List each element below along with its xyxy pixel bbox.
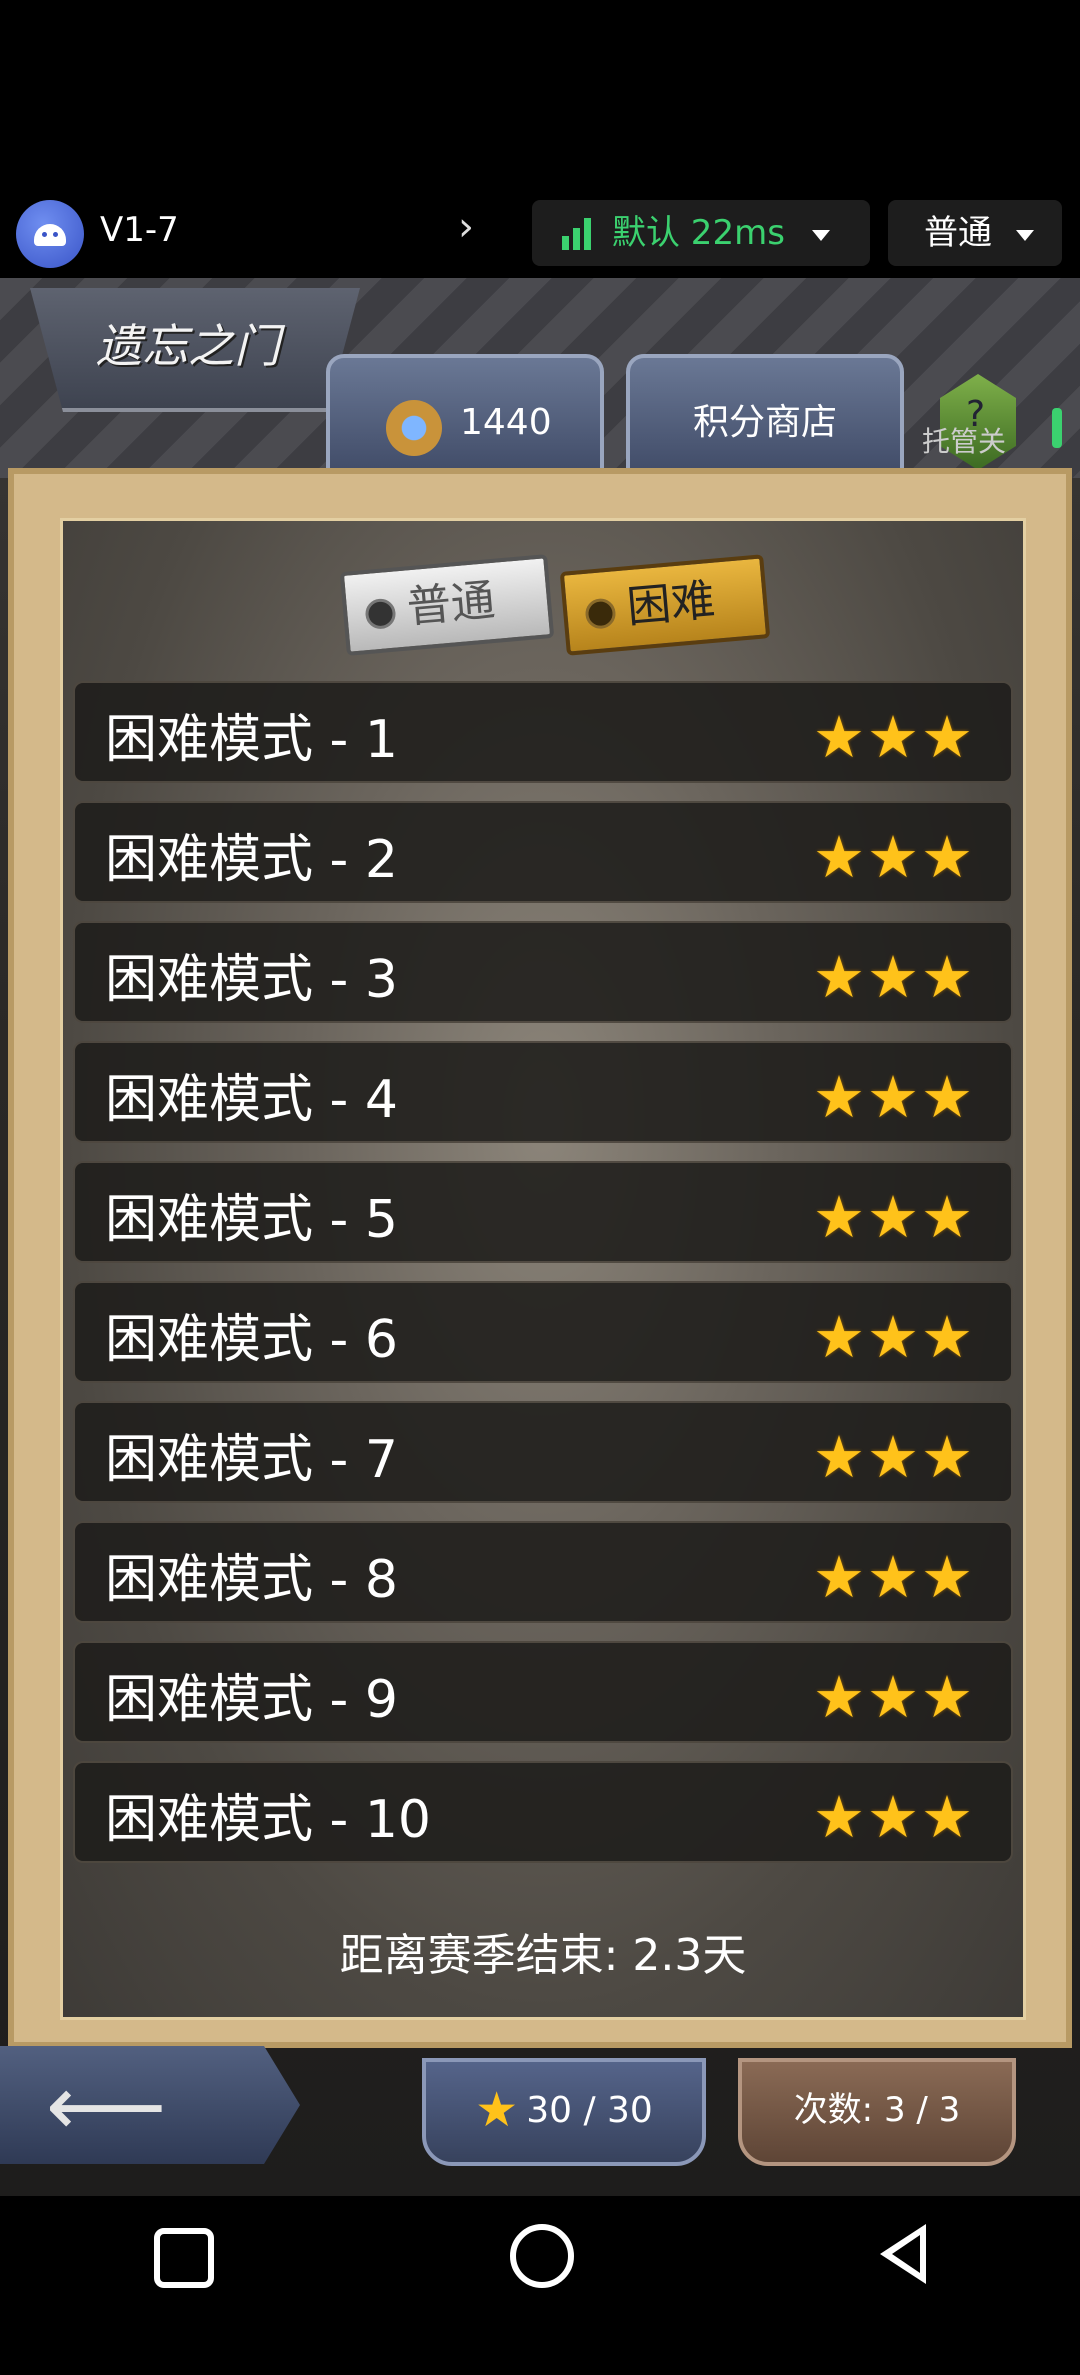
android-icon[interactable] [16, 200, 84, 268]
star-rating-icon: ★★★ [813, 1663, 975, 1731]
tries-badge: 次数: 3 / 3 [738, 2058, 1016, 2166]
game-screen: 遗忘之门 1440 积分商店 ? 托管关 普通 困难 困难模式 - 1 ★★★ [0, 278, 1080, 2196]
level-name: 困难模式 - 3 [105, 950, 398, 1010]
star-rating-icon: ★★★ [813, 703, 975, 771]
level-name: 困难模式 - 9 [105, 1670, 398, 1730]
level-row[interactable]: 困难模式 - 6 ★★★ [73, 1281, 1013, 1383]
quality-selector[interactable]: 普通 [888, 200, 1062, 266]
network-selector[interactable]: 默认 22ms [532, 200, 870, 266]
signal-bars-icon [562, 218, 596, 250]
level-row[interactable]: 困难模式 - 7 ★★★ [73, 1401, 1013, 1503]
level-name: 困难模式 - 5 [105, 1190, 398, 1250]
level-row[interactable]: 困难模式 - 1 ★★★ [73, 681, 1013, 783]
level-row[interactable]: 困难模式 - 10 ★★★ [73, 1761, 1013, 1863]
level-panel-inner: 普通 困难 困难模式 - 1 ★★★ 困难模式 - 2 ★★★ 困难模式 - 3… [60, 518, 1026, 2020]
points-button[interactable]: 1440 [326, 354, 604, 482]
level-name: 困难模式 - 6 [105, 1310, 398, 1370]
level-row[interactable]: 困难模式 - 4 ★★★ [73, 1041, 1013, 1143]
star-rating-icon: ★★★ [813, 1303, 975, 1371]
season-countdown: 距离赛季结束: 2.3天 [339, 1930, 747, 1981]
tab-normal[interactable]: 普通 [339, 554, 555, 656]
star-rating-icon: ★★★ [813, 1063, 975, 1131]
level-row[interactable]: 困难模式 - 9 ★★★ [73, 1641, 1013, 1743]
back-icon[interactable] [880, 2224, 926, 2284]
star-total-value: 30 / 30 [526, 2090, 653, 2131]
level-panel: 普通 困难 困难模式 - 1 ★★★ 困难模式 - 2 ★★★ 困难模式 - 3… [8, 468, 1072, 2048]
auto-label: 托管关 [922, 425, 1007, 458]
caret-down-icon [1016, 230, 1034, 241]
star-rating-icon: ★★★ [813, 1183, 975, 1251]
level-row[interactable]: 困难模式 - 2 ★★★ [73, 801, 1013, 903]
top-overlay-bar: V1-7 › 默认 22ms 普通 [0, 190, 1080, 280]
caret-down-icon [812, 230, 830, 241]
level-row[interactable]: 困难模式 - 5 ★★★ [73, 1161, 1013, 1263]
quality-label: 普通 [924, 213, 992, 253]
points-shop-button[interactable]: 积分商店 [626, 354, 904, 482]
star-rating-icon: ★★★ [813, 1423, 975, 1491]
stage-title: 遗忘之门 [96, 319, 280, 373]
level-row[interactable]: 困难模式 - 3 ★★★ [73, 921, 1013, 1023]
system-nav-bar [0, 2196, 1080, 2375]
level-name: 困难模式 - 2 [105, 830, 398, 890]
tab-hard[interactable]: 困难 [559, 554, 771, 656]
home-icon[interactable] [510, 2224, 574, 2288]
tab-hard-label: 困难 [624, 574, 717, 634]
level-name: 困难模式 - 1 [105, 710, 398, 770]
tab-normal-label: 普通 [404, 574, 497, 634]
arrow-left-icon: ⟵ [46, 2057, 167, 2155]
level-name: 困难模式 - 8 [105, 1550, 398, 1610]
level-name: 困难模式 - 10 [105, 1790, 431, 1850]
radio-dot-icon [364, 597, 397, 631]
points-gem-icon [386, 400, 442, 456]
recents-icon[interactable] [154, 2228, 214, 2288]
chevron-right-icon[interactable]: › [458, 204, 474, 250]
app-version-label: V1-7 [100, 210, 179, 250]
level-name: 困难模式 - 7 [105, 1430, 398, 1490]
network-label: 默认 22ms [612, 213, 785, 253]
star-rating-icon: ★★★ [813, 943, 975, 1011]
star-rating-icon: ★★★ [813, 823, 975, 891]
level-name: 困难模式 - 4 [105, 1070, 398, 1130]
level-row[interactable]: 困难模式 - 8 ★★★ [73, 1521, 1013, 1623]
star-icon: ★ [475, 2082, 519, 2138]
stage-title-plate: 遗忘之门 [30, 288, 360, 412]
back-button[interactable]: ⟵ [0, 2046, 300, 2164]
star-total-badge: ★ 30 / 30 [422, 2058, 706, 2166]
star-rating-icon: ★★★ [813, 1543, 975, 1611]
status-indicator [1052, 408, 1062, 448]
radio-dot-icon [584, 597, 617, 630]
star-rating-icon: ★★★ [813, 1783, 975, 1851]
